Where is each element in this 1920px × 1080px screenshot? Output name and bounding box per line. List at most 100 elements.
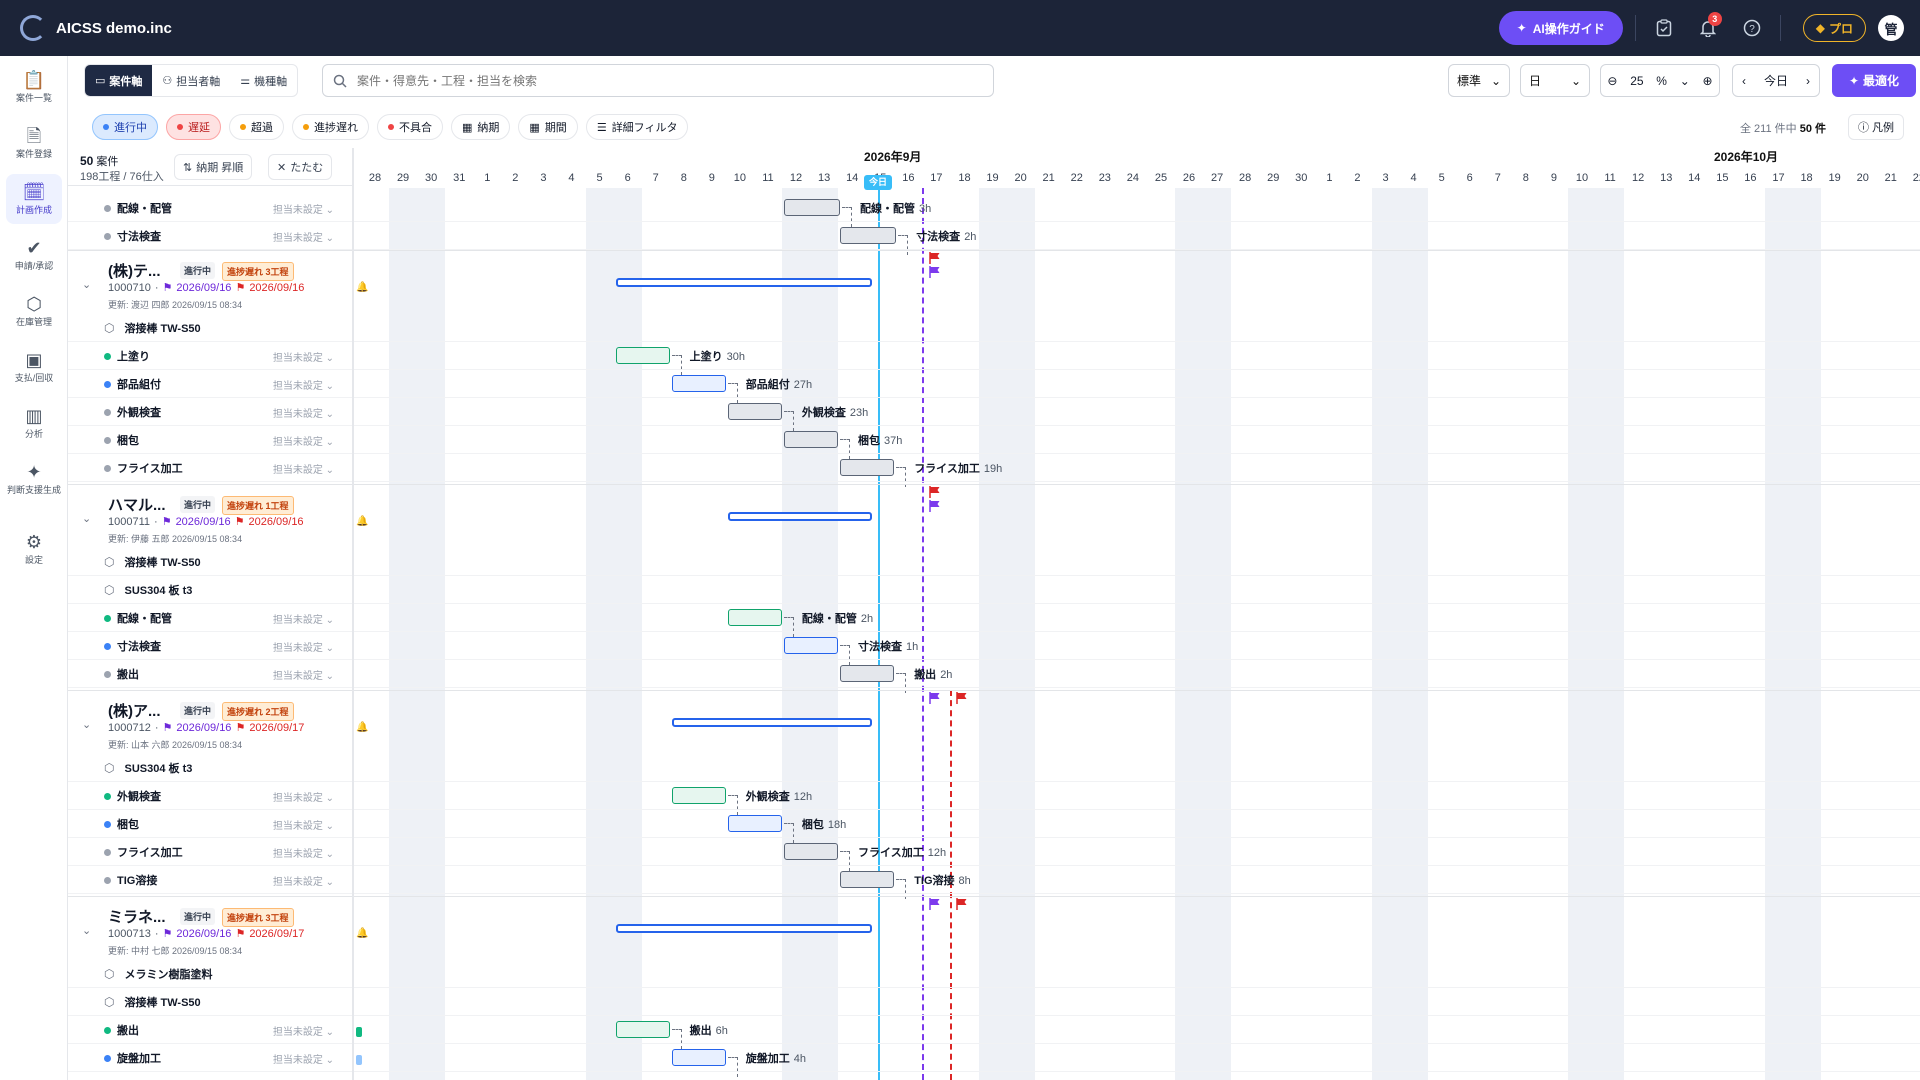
- assignee-select[interactable]: 担当未設定 ⌄: [273, 433, 334, 448]
- sidebar-item-2[interactable]: 🗓 計画作成: [6, 174, 62, 224]
- collapse-button[interactable]: ✕ たたむ: [268, 154, 333, 180]
- task-bar[interactable]: [671, 1049, 726, 1066]
- chevron-down-icon[interactable]: ⌄: [1680, 74, 1690, 88]
- task-row[interactable]: フライス加工 担当未設定 ⌄: [68, 838, 352, 866]
- bell-icon[interactable]: 🔔: [356, 928, 368, 939]
- plan-badge[interactable]: ◆ プロ: [1802, 14, 1866, 42]
- task-row[interactable]: 部品組付 担当未設定 ⌄: [68, 370, 352, 398]
- task-row[interactable]: 寸法検査 担当未設定 ⌄: [68, 222, 352, 250]
- filter-chip[interactable]: ▦ 納期: [451, 114, 511, 140]
- task-bar[interactable]: [784, 199, 841, 216]
- task-bar[interactable]: [615, 1021, 670, 1038]
- case-title[interactable]: ハマル...: [108, 494, 166, 515]
- case-title[interactable]: (株)テ...: [108, 260, 161, 281]
- clipboard-check-icon[interactable]: [1648, 12, 1680, 44]
- task-bar[interactable]: [840, 227, 897, 244]
- assignee-select[interactable]: 担当未設定 ⌄: [273, 789, 334, 804]
- assignee-select[interactable]: 担当未設定 ⌄: [273, 405, 334, 420]
- tab-case-axis[interactable]: ▭ 案件軸: [85, 65, 153, 96]
- task-bar[interactable]: [840, 665, 895, 682]
- task-row[interactable]: 搬出 担当未設定 ⌄: [68, 1016, 352, 1044]
- task-bar[interactable]: [615, 347, 670, 364]
- bell-icon[interactable]: 🔔: [356, 516, 368, 527]
- task-row[interactable]: 配線・配管 担当未設定 ⌄: [68, 604, 352, 632]
- sidebar-item-8[interactable]: ⚙ 設定: [6, 524, 62, 574]
- task-row[interactable]: 梱包 担当未設定 ⌄: [68, 426, 352, 454]
- zoom-out-icon[interactable]: ⊖: [1607, 74, 1617, 88]
- assignee-select[interactable]: 担当未設定 ⌄: [273, 873, 334, 888]
- summary-bar[interactable]: [615, 278, 873, 287]
- task-bar[interactable]: [784, 431, 839, 448]
- task-bar[interactable]: [671, 787, 726, 804]
- case-header[interactable]: ⌄ ハマル... 進行中 進捗遅れ 1工程 1000711 · ⚑ 2026/09/16 ⚑ 20…: [68, 486, 368, 548]
- task-bar[interactable]: [727, 609, 782, 626]
- assignee-select[interactable]: 担当未設定 ⌄: [273, 377, 334, 392]
- sidebar-item-4[interactable]: ⬡ 在庫管理: [6, 286, 62, 336]
- assignee-select[interactable]: 担当未設定 ⌄: [273, 349, 334, 364]
- avatar[interactable]: 管: [1878, 15, 1904, 41]
- filter-chip[interactable]: ▦ 期間: [518, 114, 578, 140]
- chevron-right-icon[interactable]: ›: [1806, 74, 1810, 88]
- assignee-select[interactable]: 担当未設定 ⌄: [273, 667, 334, 682]
- optimize-button[interactable]: ✦ 最適化: [1832, 64, 1916, 97]
- task-row[interactable]: 梱包 担当未設定 ⌄: [68, 810, 352, 838]
- sidebar-item-1[interactable]: 🗎 案件登録: [6, 118, 62, 168]
- sidebar-item-0[interactable]: 📋 案件一覧: [6, 62, 62, 112]
- task-row[interactable]: 配線・配管 担当未設定 ⌄: [68, 194, 352, 222]
- filter-chip[interactable]: 遅延: [166, 114, 221, 140]
- chevron-down-icon[interactable]: ⌄: [82, 278, 91, 291]
- task-row[interactable]: 上塗り 担当未設定 ⌄: [68, 342, 352, 370]
- filter-chip[interactable]: ☰ 詳細フィルタ: [585, 114, 689, 140]
- task-bar[interactable]: [840, 871, 895, 888]
- assignee-select[interactable]: 担当未設定 ⌄: [273, 1051, 334, 1066]
- sidebar-item-3[interactable]: ✔ 申請/承認: [6, 230, 62, 280]
- summary-bar[interactable]: [727, 512, 873, 521]
- legend-button[interactable]: ⓘ 凡例: [1848, 114, 1904, 140]
- task-bar[interactable]: [784, 843, 839, 860]
- chevron-left-icon[interactable]: ‹: [1742, 74, 1746, 88]
- sidebar-item-5[interactable]: ▣ 支払/回収: [6, 342, 62, 392]
- task-row[interactable]: 外観検査 担当未設定 ⌄: [68, 398, 352, 426]
- bell-icon[interactable]: 🔔: [356, 722, 368, 733]
- case-header[interactable]: ⌄ ミラネ... 進行中 進捗遅れ 3工程 1000713 · ⚑ 2026/09/16 ⚑ 20…: [68, 898, 368, 960]
- filter-chip[interactable]: 進捗遅れ: [292, 114, 369, 140]
- task-bar[interactable]: [784, 637, 839, 654]
- sort-button[interactable]: ⇅ 納期 昇順: [174, 154, 253, 180]
- sidebar-item-6[interactable]: ▥ 分析: [6, 398, 62, 448]
- search-input[interactable]: [355, 72, 955, 89]
- case-header[interactable]: ⌄ (株)テ... 進行中 進捗遅れ 3工程 1000710 · ⚑ 2026/09/16 ⚑ 2…: [68, 252, 368, 314]
- mode-select[interactable]: 標準 ⌄: [1448, 64, 1510, 97]
- notifications-button[interactable]: 3: [1692, 12, 1724, 44]
- task-row[interactable]: 旋盤加工 担当未設定 ⌄: [68, 1044, 352, 1072]
- case-title[interactable]: (株)ア...: [108, 700, 161, 721]
- task-row[interactable]: フライス加工 担当未設定 ⌄: [68, 454, 352, 482]
- task-row[interactable]: 寸法検査 担当未設定 ⌄: [68, 632, 352, 660]
- chevron-down-icon[interactable]: ⌄: [82, 924, 91, 937]
- bell-icon[interactable]: 🔔: [356, 282, 368, 293]
- task-row[interactable]: 外観検査 担当未設定 ⌄: [68, 782, 352, 810]
- assignee-select[interactable]: 担当未設定 ⌄: [273, 1023, 334, 1038]
- filter-chip[interactable]: 超過: [229, 114, 284, 140]
- assignee-select[interactable]: 担当未設定 ⌄: [273, 201, 334, 216]
- task-row[interactable]: 搬出 担当未設定 ⌄: [68, 660, 352, 688]
- task-row[interactable]: TIG溶接 担当未設定 ⌄: [68, 866, 352, 894]
- chevron-down-icon[interactable]: ⌄: [82, 718, 91, 731]
- task-bar[interactable]: [840, 459, 895, 476]
- task-bar[interactable]: [727, 403, 782, 420]
- summary-bar[interactable]: [615, 924, 873, 933]
- case-title[interactable]: ミラネ...: [108, 906, 166, 927]
- task-bar[interactable]: [727, 815, 782, 832]
- help-icon[interactable]: ?: [1736, 12, 1768, 44]
- filter-chip[interactable]: 進行中: [92, 114, 158, 140]
- ai-guide-button[interactable]: ✦ AI操作ガイド: [1498, 11, 1623, 45]
- sidebar-item-7[interactable]: ✦ 判断支援生成: [6, 454, 62, 504]
- tab-assignee-axis[interactable]: ⚇ 担当者軸: [152, 65, 230, 96]
- summary-bar[interactable]: [671, 718, 873, 727]
- assignee-select[interactable]: 担当未設定 ⌄: [273, 229, 334, 244]
- assignee-select[interactable]: 担当未設定 ⌄: [273, 461, 334, 476]
- today-button[interactable]: 今日: [1764, 72, 1788, 89]
- zoom-value[interactable]: 25: [1630, 74, 1643, 88]
- chevron-down-icon[interactable]: ⌄: [82, 512, 91, 525]
- logo[interactable]: AICSS demo.inc: [0, 15, 172, 41]
- zoom-in-icon[interactable]: ⊕: [1703, 74, 1713, 88]
